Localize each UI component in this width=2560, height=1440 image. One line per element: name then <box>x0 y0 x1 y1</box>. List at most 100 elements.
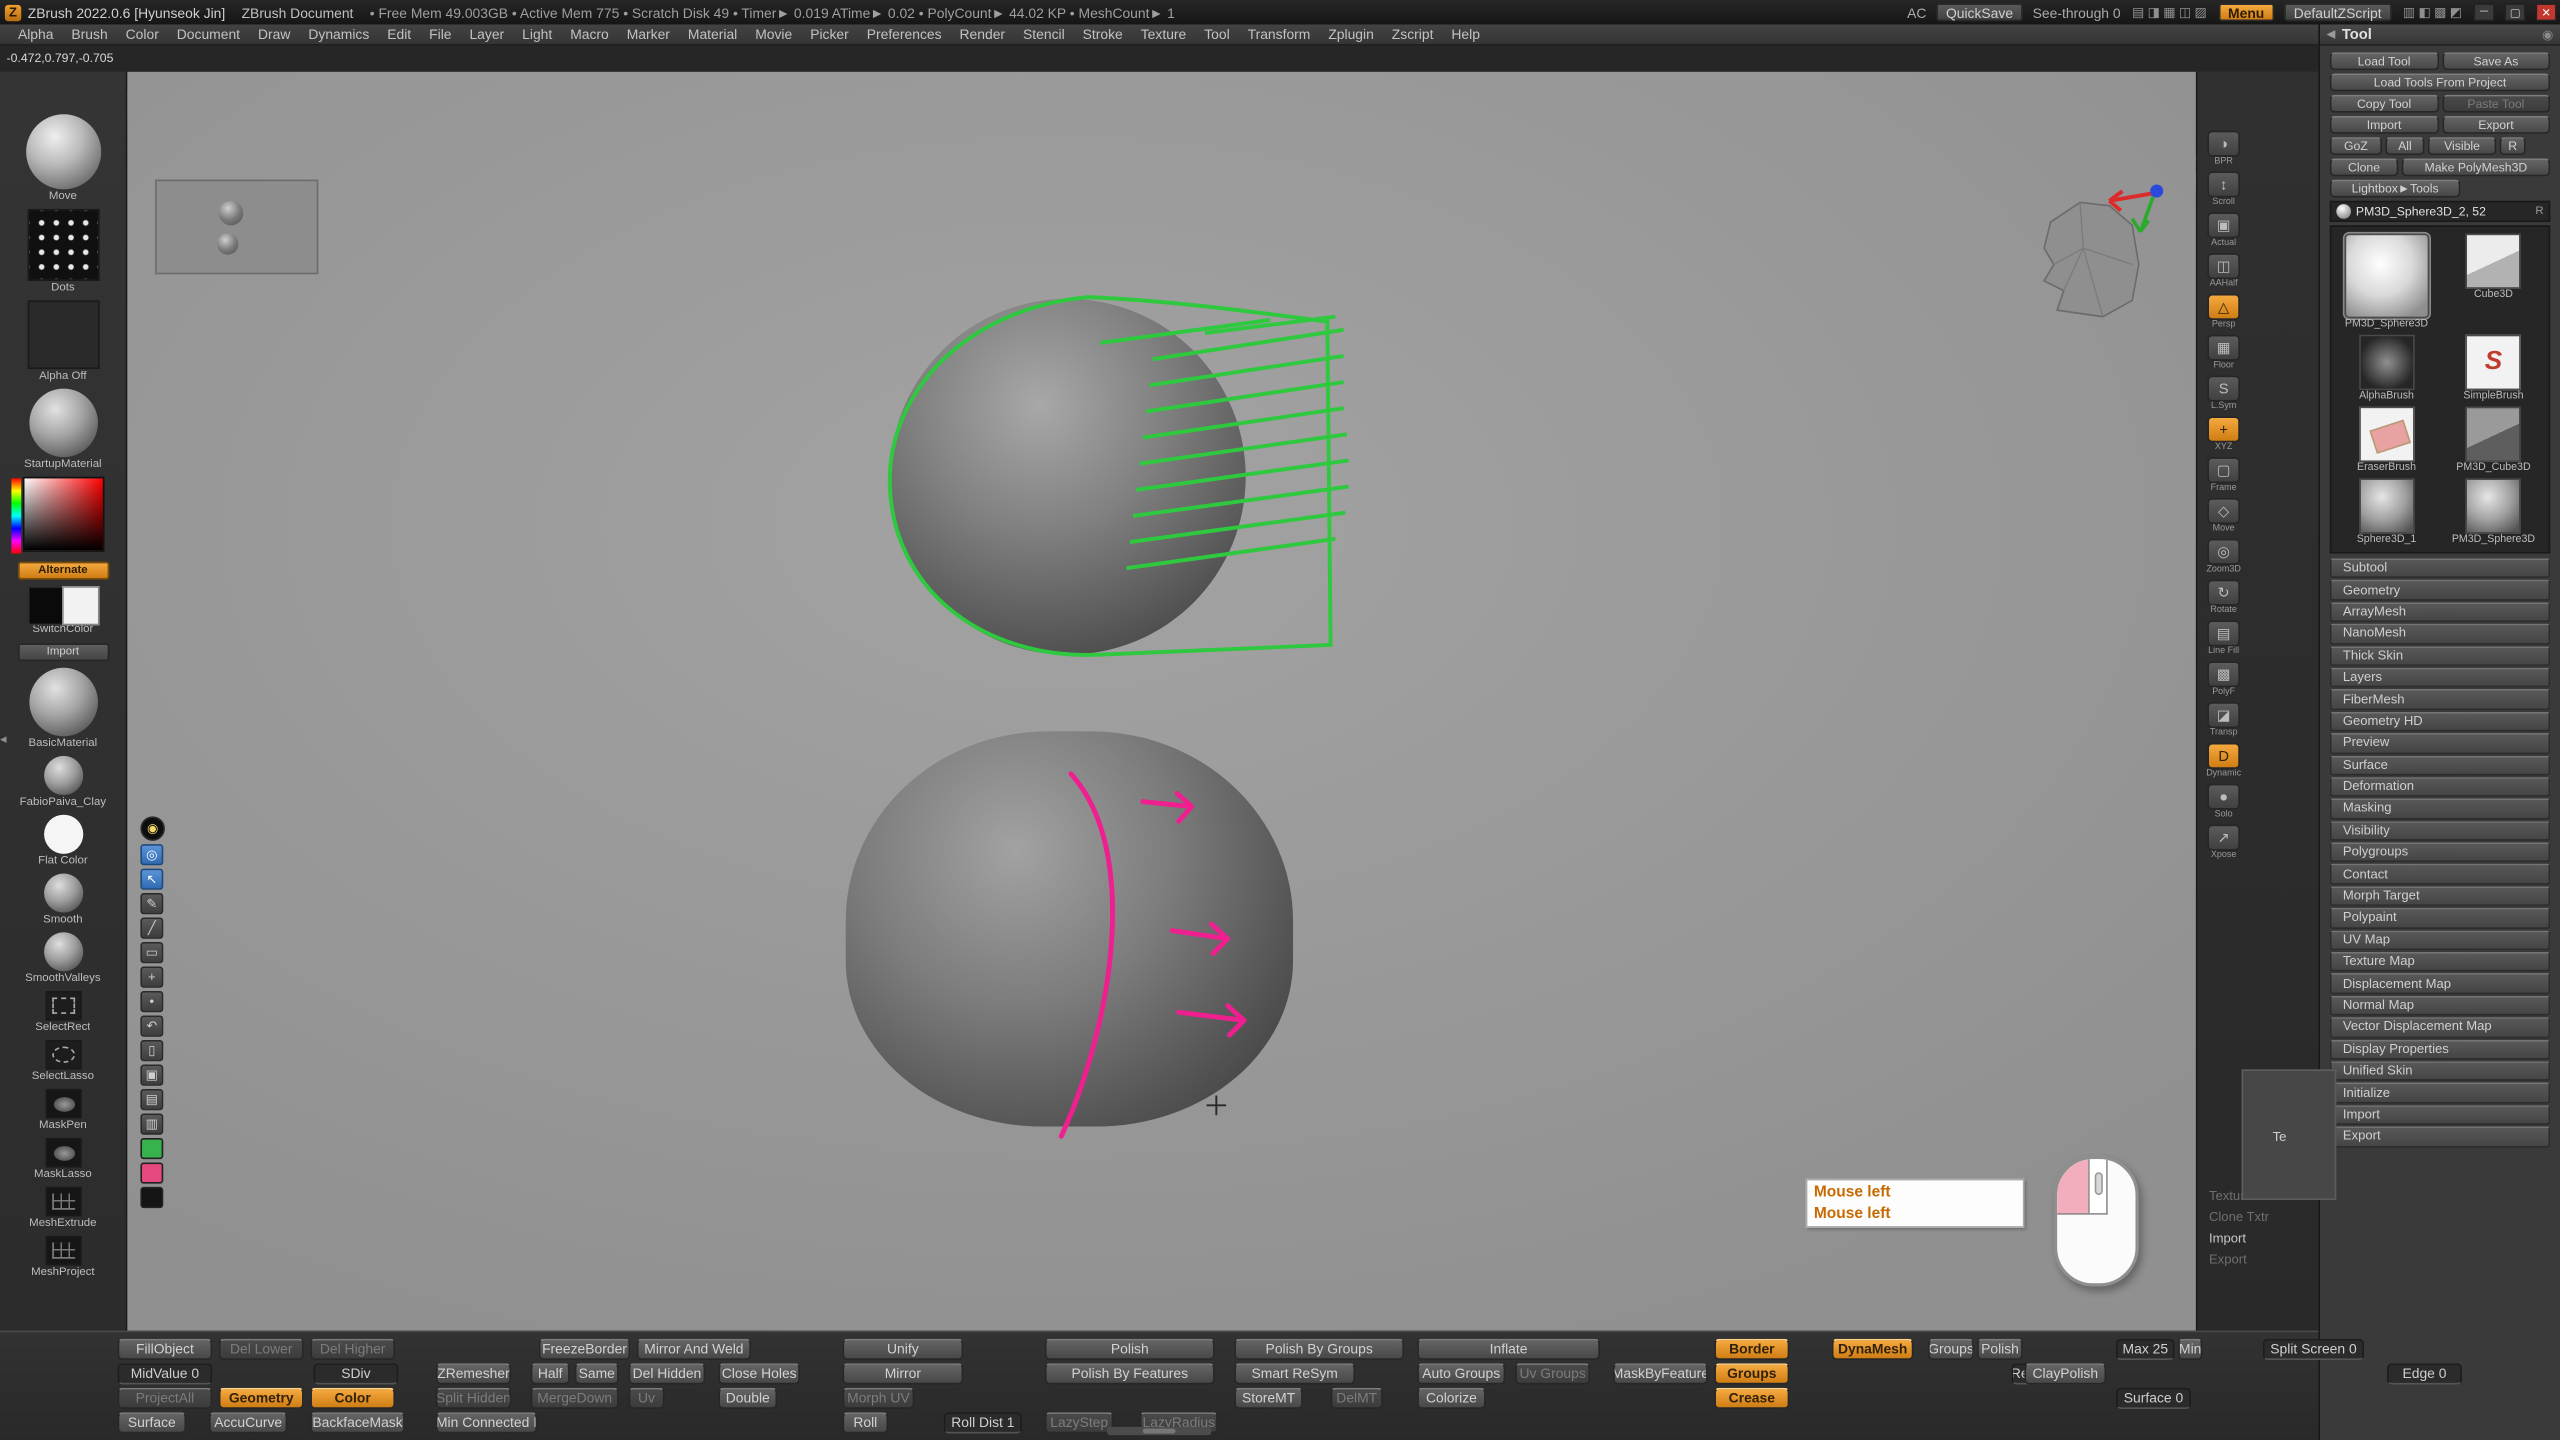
menu-item[interactable]: File <box>421 24 460 45</box>
tool-subpalette-row[interactable]: Visibility <box>2330 821 2550 841</box>
mini-tool-icon[interactable]: ◉ <box>140 816 164 840</box>
left-shelf-item[interactable]: MaskLasso <box>2 1138 123 1180</box>
tool-subpalette-row[interactable]: Masking <box>2330 799 2550 819</box>
tool-subpalette-row[interactable]: Morph Target <box>2330 886 2550 906</box>
bottom-button[interactable]: Del Higher <box>310 1339 395 1360</box>
tool-inventory-item[interactable]: SimpleBrush <box>2445 335 2542 402</box>
tool-subpalette-row[interactable]: Display Properties <box>2330 1039 2550 1059</box>
texture-footer-item[interactable]: Clone Txtr <box>2209 1210 2273 1225</box>
goz-r-button[interactable]: R <box>2500 137 2526 155</box>
tool-subpalette-row[interactable]: NanoMesh <box>2330 624 2550 644</box>
tool-subpalette-row[interactable]: Displacement Map <box>2330 974 2550 994</box>
current-tool-row[interactable]: PM3D_Sphere3D_2, 52 R <box>2330 201 2550 222</box>
titlebar-icon[interactable]: ◨ <box>2148 5 2160 20</box>
tool-subpalette-row[interactable]: Polygroups <box>2330 843 2550 863</box>
bottom-button[interactable]: ProjectAll <box>118 1388 213 1409</box>
left-shelf-thumb[interactable] <box>45 1187 81 1216</box>
left-shelf-item[interactable]: Dots <box>2 209 123 294</box>
right-shelf-icon[interactable]: D Dynamic <box>2204 743 2243 779</box>
tool-thumb[interactable] <box>2466 335 2522 391</box>
tool-subpalette-row[interactable]: Subtool <box>2330 558 2550 578</box>
texture-footer-item[interactable]: Export <box>2209 1252 2273 1267</box>
mini-tool-icon[interactable]: ✎ <box>140 893 163 914</box>
mini-tool-icon[interactable]: • <box>140 991 163 1012</box>
left-shelf-thumb[interactable] <box>29 389 98 458</box>
tool-subpalette-row[interactable]: Surface <box>2330 755 2550 775</box>
bottom-button[interactable]: Min <box>2178 1339 2202 1360</box>
mini-tool-icon[interactable]: ╱ <box>140 918 163 939</box>
titlebar-icons-1[interactable]: ▤◨▦◫▨ <box>2130 5 2208 20</box>
tool-subpalette-row[interactable]: Deformation <box>2330 777 2550 797</box>
titlebar-icon[interactable]: ◧ <box>2418 5 2430 20</box>
left-shelf-item[interactable]: StartupMaterial <box>2 389 123 471</box>
menu-item[interactable]: Movie <box>747 24 800 45</box>
menu-item[interactable]: Draw <box>250 24 299 45</box>
left-shelf-item[interactable]: FabioPaiva_Clay <box>2 756 123 808</box>
bottom-button[interactable]: SDiv <box>313 1363 398 1384</box>
menu-item[interactable]: Stroke <box>1074 24 1130 45</box>
left-shelf-thumb[interactable] <box>22 477 104 552</box>
tool-subpalette-row[interactable]: Initialize <box>2330 1083 2550 1103</box>
tool-palette-header[interactable]: ◀ Tool ◉ <box>2320 24 2560 45</box>
bottom-button[interactable]: Smart ReSym <box>1234 1363 1355 1384</box>
make-polymesh3d-button[interactable]: Make PolyMesh3D <box>2402 158 2551 176</box>
right-shelf-icon[interactable]: ◪ Transp <box>2204 702 2243 738</box>
tool-inventory-item[interactable]: PM3D_Sphere3D <box>2338 233 2435 329</box>
goz-button[interactable]: GoZ <box>2330 137 2382 155</box>
bottom-button[interactable]: Surface <box>118 1412 187 1433</box>
bottom-button[interactable]: Split Hidden <box>436 1388 511 1409</box>
left-tray-collapse-arrow[interactable]: ◂ <box>0 731 7 746</box>
bottom-button[interactable]: Uv Groups <box>1515 1363 1590 1384</box>
left-shelf-thumb[interactable] <box>45 991 81 1020</box>
bottom-button[interactable]: Roll <box>842 1412 888 1433</box>
bottom-scrollbar[interactable] <box>1107 1427 1211 1435</box>
left-shelf-item[interactable]: Smooth <box>2 873 123 925</box>
right-shelf-icon[interactable]: ↻ Rotate <box>2204 580 2243 616</box>
bottom-button[interactable]: Uv <box>629 1388 665 1409</box>
tool-thumb[interactable] <box>2359 407 2415 463</box>
tool-subpalette-row[interactable]: Normal Map <box>2330 996 2550 1016</box>
bottom-button[interactable]: Close Holes <box>718 1363 800 1384</box>
right-shelf-icon[interactable]: ◇ Move <box>2204 498 2243 534</box>
left-shelf-item[interactable]: MeshProject <box>2 1236 123 1278</box>
bottom-button[interactable]: Polish By Features <box>1045 1363 1215 1384</box>
tool-subpalette-row[interactable]: Texture Map <box>2330 952 2550 972</box>
bottom-button[interactable]: Geometry <box>219 1388 304 1409</box>
mini-tool-icon[interactable]: ◎ <box>140 844 163 865</box>
right-shelf-icon[interactable]: S L.Sym <box>2204 376 2243 412</box>
bottom-button[interactable]: StoreMT <box>1234 1388 1303 1409</box>
import-button[interactable]: Import <box>2330 116 2439 134</box>
bottom-button[interactable]: Edge 0 <box>2387 1363 2462 1384</box>
document-canvas[interactable]: ◉◎↖✎╱▭+•↶▯▣▤▥ Mouse left Mouse left <box>127 72 2196 1331</box>
mini-tool-icon[interactable]: + <box>140 967 163 988</box>
default-zscript-button[interactable]: DefaultZScript <box>2284 3 2392 21</box>
tool-thumb[interactable] <box>2359 335 2415 391</box>
tool-subpalette-row[interactable]: Import <box>2330 1105 2550 1125</box>
bottom-button[interactable]: BackfaceMask <box>310 1412 405 1433</box>
left-shelf-thumb[interactable] <box>43 873 82 912</box>
export-button[interactable]: Export <box>2442 116 2551 134</box>
left-shelf-thumb[interactable] <box>27 300 99 369</box>
bottom-button[interactable]: Split Screen 0 <box>2263 1339 2364 1360</box>
right-shelf-icon[interactable]: ▦ Floor <box>2204 335 2243 371</box>
left-shelf-thumb[interactable] <box>43 932 82 971</box>
menu-item[interactable]: Dynamics <box>300 24 377 45</box>
tool-subpalette-row[interactable]: UV Map <box>2330 930 2550 950</box>
mini-tool-icon[interactable]: ↖ <box>140 869 163 890</box>
menu-item[interactable]: Picker <box>802 24 857 45</box>
bottom-button[interactable]: Unify <box>842 1339 963 1360</box>
left-shelf-item[interactable]: SelectLasso <box>2 1040 123 1082</box>
left-shelf-item[interactable] <box>2 477 123 554</box>
menu-item[interactable]: Render <box>951 24 1013 45</box>
titlebar-icon[interactable]: ▩ <box>2434 5 2446 20</box>
bottom-button[interactable]: DelMT <box>1331 1388 1383 1409</box>
bottom-button[interactable]: Max 25 <box>2116 1339 2175 1360</box>
titlebar-icon[interactable]: ▨ <box>2194 5 2206 20</box>
bottom-button[interactable]: Groups <box>1714 1363 1789 1384</box>
bottom-button[interactable]: Colorize <box>1417 1388 1486 1409</box>
bottom-button[interactable]: DynaMesh <box>1832 1339 1914 1360</box>
left-shelf-item[interactable]: MeshExtrude <box>2 1187 123 1229</box>
tool-thumb[interactable] <box>2466 233 2522 289</box>
tool-subpalette-row[interactable]: Thick Skin <box>2330 646 2550 666</box>
right-shelf-icon[interactable]: ◑ BPR <box>2204 131 2243 167</box>
